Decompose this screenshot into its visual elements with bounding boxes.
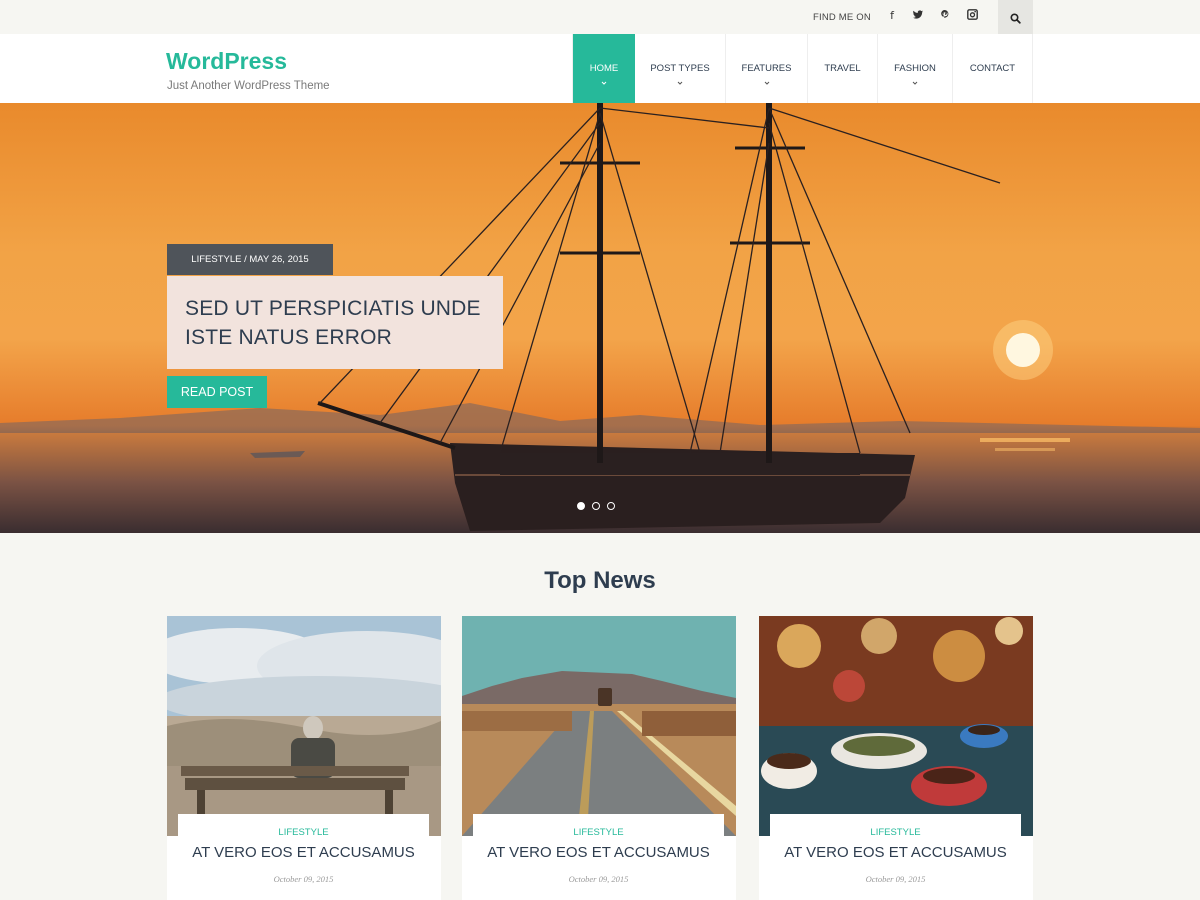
chevron-down-icon [601, 81, 607, 85]
news-card-date: October 09, 2015 [568, 874, 629, 884]
top-bar: FIND ME ON f [0, 0, 1200, 34]
news-card-category[interactable]: LIFESTYLE [770, 827, 1021, 838]
pinterest-icon[interactable] [938, 9, 952, 23]
search-button[interactable] [998, 0, 1033, 34]
nav-item-post-types[interactable]: POST TYPES [635, 34, 726, 103]
search-icon [1010, 13, 1021, 24]
news-card[interactable]: LIFESTYLE AT VERO EOS ET ACCUSAMUS Octob… [167, 616, 441, 900]
news-card-body: LIFESTYLE AT VERO EOS ET ACCUSAMUS Octob… [770, 814, 1021, 900]
news-card-body: LIFESTYLE AT VERO EOS ET ACCUSAMUS Octob… [178, 814, 429, 900]
site-description: Just Another WordPress Theme [167, 80, 330, 92]
slider-dot-1[interactable] [577, 502, 585, 510]
news-card-image-road[interactable] [462, 616, 736, 836]
hero-post-meta[interactable]: LIFESTYLE / MAY 26, 2015 [167, 244, 333, 275]
nav-item-fashion[interactable]: FASHION [878, 34, 953, 103]
news-card[interactable]: LIFESTYLE AT VERO EOS ET ACCUSAMUS Octob… [759, 616, 1033, 900]
news-card-body: LIFESTYLE AT VERO EOS ET ACCUSAMUS Octob… [473, 814, 724, 900]
hero-post-title[interactable]: SED UT PERSPICIATIS UNDE ISTE NATUS ERRO… [185, 294, 485, 352]
slider-dot-2[interactable] [592, 502, 600, 510]
nav-item-features[interactable]: FEATURES [726, 34, 808, 103]
news-card-category[interactable]: LIFESTYLE [473, 827, 724, 838]
nav-item-label: FEATURES [741, 63, 792, 74]
news-card-image-cafe[interactable] [759, 616, 1033, 836]
hero-slider: LIFESTYLE / MAY 26, 2015 SED UT PERSPICI… [0, 103, 1200, 533]
nav-item-contact[interactable]: CONTACT [953, 34, 1033, 103]
main-nav: HOME POST TYPES FEATURES TRAVEL FASHION … [572, 34, 1033, 103]
chevron-down-icon [764, 81, 769, 85]
chevron-down-icon [677, 81, 683, 85]
find-me-on-label: FIND ME ON [813, 12, 871, 23]
nav-item-label: HOME [589, 63, 619, 74]
nav-item-label: FASHION [894, 63, 936, 74]
news-card-title[interactable]: AT VERO EOS ET ACCUSAMUS [178, 844, 429, 861]
twitter-icon[interactable] [911, 9, 925, 23]
news-card-title[interactable]: AT VERO EOS ET ACCUSAMUS [473, 844, 724, 861]
slider-dot-3[interactable] [607, 502, 615, 510]
news-card-title[interactable]: AT VERO EOS ET ACCUSAMUS [770, 844, 1021, 861]
news-card-date: October 09, 2015 [273, 874, 334, 884]
facebook-icon[interactable]: f [885, 9, 899, 23]
nav-item-travel[interactable]: TRAVEL [808, 34, 878, 103]
news-card[interactable]: LIFESTYLE AT VERO EOS ET ACCUSAMUS Octob… [462, 616, 736, 900]
nav-item-label: CONTACT [969, 63, 1016, 74]
instagram-icon[interactable] [965, 9, 979, 23]
nav-item-label: POST TYPES [650, 63, 710, 74]
nav-item-label: TRAVEL [824, 63, 861, 74]
chevron-down-icon [912, 81, 918, 85]
read-post-button[interactable]: READ POST [167, 376, 267, 408]
news-card-date: October 09, 2015 [865, 874, 926, 884]
slider-pagination [577, 502, 615, 510]
news-card-category[interactable]: LIFESTYLE [178, 827, 429, 838]
nav-item-home[interactable]: HOME [573, 34, 635, 103]
site-title[interactable]: WordPress [166, 48, 287, 75]
hero-title-box: SED UT PERSPICIATIS UNDE ISTE NATUS ERRO… [167, 276, 503, 369]
news-card-image-bench[interactable] [167, 616, 441, 836]
site-header: WordPress Just Another WordPress Theme H… [0, 34, 1200, 103]
top-news-heading: Top News [544, 567, 656, 594]
